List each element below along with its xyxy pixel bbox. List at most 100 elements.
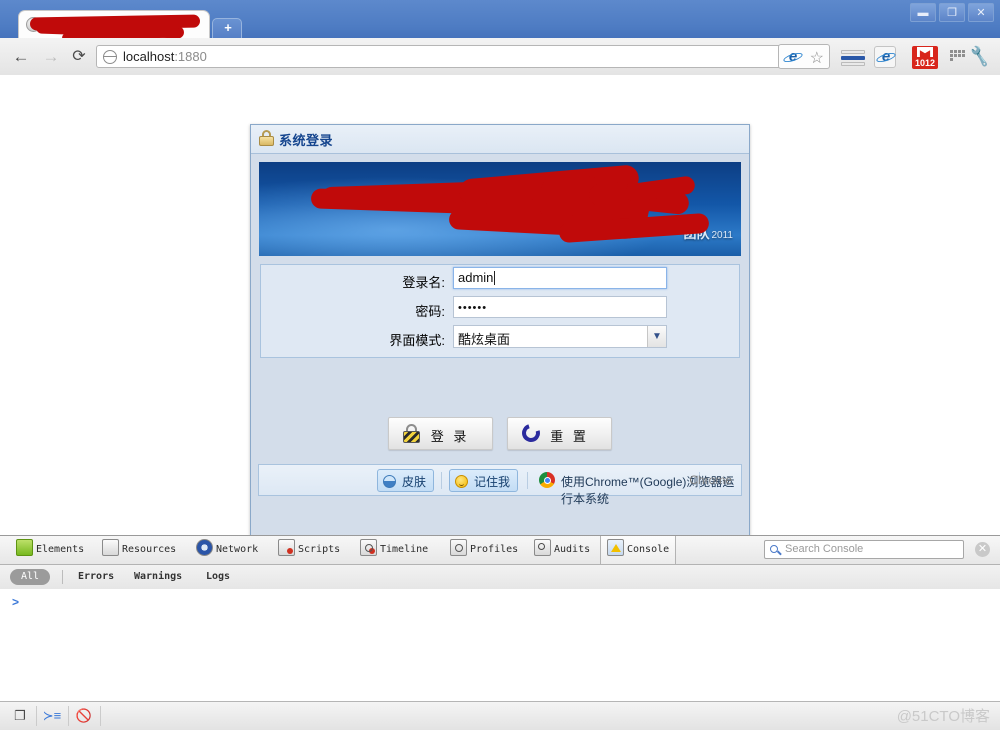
login-banner: 团队 2011 bbox=[259, 162, 741, 256]
console-output[interactable]: > bbox=[0, 589, 1000, 709]
form-row-password: 密码: •••••• bbox=[261, 296, 739, 323]
divider bbox=[441, 472, 442, 489]
ie-tab-extension[interactable]: e ☆ bbox=[778, 44, 830, 69]
login-panel-header: 系统登录 bbox=[251, 125, 749, 154]
ie-extension-button[interactable]: e bbox=[874, 46, 896, 68]
banner-team-text: 团队 2011 bbox=[683, 226, 733, 241]
ui-mode-label: 界面模式: bbox=[389, 333, 445, 348]
elements-icon bbox=[16, 539, 33, 556]
ie-icon: e bbox=[784, 48, 802, 66]
wrench-menu-button[interactable]: 🔧 bbox=[967, 45, 992, 69]
text-caret bbox=[494, 271, 496, 285]
form-row-username: 登录名: admin bbox=[261, 267, 739, 294]
dock-window-icon[interactable]: ❐ bbox=[8, 706, 32, 726]
forward-button[interactable]: → bbox=[40, 46, 62, 68]
filter-warnings[interactable]: Warnings bbox=[134, 569, 182, 585]
smiley-icon bbox=[455, 475, 468, 488]
form-row-ui-mode: 界面模式: 酷炫桌面 ▼ bbox=[261, 325, 739, 352]
console-prompt-icon: > bbox=[12, 595, 20, 609]
address-bar[interactable]: localhost:1880 bbox=[96, 45, 790, 68]
close-button[interactable]: ✕ bbox=[968, 3, 994, 22]
remember-me-button[interactable]: 记住我 bbox=[449, 469, 519, 492]
resources-icon bbox=[102, 539, 119, 556]
devtools-panel: Elements Resources Network Scripts Timel… bbox=[0, 535, 1000, 730]
redaction-mark bbox=[534, 167, 654, 243]
devtools-status-bar: ❐ ≻≡ 🚫 @51CTO博客 bbox=[0, 701, 1000, 730]
devtools-tab-label: Audits bbox=[554, 544, 591, 555]
console-prompt-icon[interactable]: ≻≡ bbox=[40, 706, 64, 726]
devtools-tab-label: Scripts bbox=[298, 544, 341, 555]
filter-all[interactable]: All bbox=[10, 569, 50, 585]
new-tab-button[interactable]: + bbox=[212, 18, 242, 38]
chevron-down-icon[interactable]: ▼ bbox=[647, 326, 666, 347]
redaction-mark bbox=[448, 209, 640, 239]
devtools-tab-console[interactable]: Console bbox=[600, 536, 677, 564]
password-input[interactable]: •••••• bbox=[453, 296, 667, 318]
apps-grid-icon[interactable] bbox=[950, 50, 966, 64]
back-button[interactable]: ← bbox=[10, 46, 32, 68]
gmail-envelope-icon bbox=[917, 47, 933, 57]
bookmark-star-icon[interactable]: ☆ bbox=[810, 48, 824, 68]
restore-button[interactable]: ❐ bbox=[939, 3, 965, 22]
devtools-tab-profiles[interactable]: Profiles bbox=[444, 536, 524, 564]
devtools-tab-label: Elements bbox=[36, 544, 85, 555]
watermark: @51CTO博客 bbox=[896, 708, 990, 725]
filter-logs[interactable]: Logs bbox=[206, 569, 230, 585]
close-icon[interactable]: ✕ bbox=[975, 542, 990, 557]
devtools-tab-elements[interactable]: Elements bbox=[10, 536, 90, 564]
devtools-tab-timeline[interactable]: Timeline bbox=[354, 536, 434, 564]
devtools-tab-audits[interactable]: Audits bbox=[528, 536, 596, 564]
devtools-tab-resources[interactable]: Resources bbox=[96, 536, 182, 564]
login-panel-body: 团队 2011 登录名: admin 密码: •••••• 界面模式: 酷炫桌面… bbox=[251, 154, 749, 506]
login-form: 登录名: admin 密码: •••••• 界面模式: 酷炫桌面 ▼ bbox=[260, 264, 740, 358]
devtools-tab-scripts[interactable]: Scripts bbox=[272, 536, 346, 564]
reset-button-label: 重 置 bbox=[550, 429, 589, 444]
skin-button[interactable]: 皮肤 bbox=[377, 469, 435, 492]
password-label: 密码: bbox=[415, 304, 445, 319]
devtools-tab-bar: Elements Resources Network Scripts Timel… bbox=[0, 536, 1000, 565]
ui-mode-value: 酷炫桌面 bbox=[458, 332, 511, 347]
reset-button[interactable]: 重 置 bbox=[507, 417, 613, 450]
browser-toolbar: ← → ⟳ localhost:1880 e ☆ e 1012 🔧 bbox=[0, 38, 1000, 76]
address-bar-text: localhost:1880 bbox=[123, 49, 207, 64]
devtools-tab-label: Resources bbox=[122, 544, 177, 555]
filter-errors[interactable]: Errors bbox=[78, 569, 114, 585]
ui-mode-select[interactable]: 酷炫桌面 ▼ bbox=[453, 325, 667, 348]
search-icon bbox=[770, 545, 778, 553]
password-value: •••••• bbox=[458, 302, 488, 314]
tab-favicon-icon bbox=[26, 17, 41, 32]
search-input[interactable]: Search Console bbox=[764, 540, 964, 559]
search-placeholder: Search Console bbox=[785, 543, 864, 555]
devtools-tab-label: Network bbox=[216, 544, 259, 555]
padlock-icon bbox=[259, 130, 274, 146]
minimize-button[interactable]: ▬ bbox=[910, 3, 936, 22]
console-icon bbox=[607, 539, 624, 556]
reload-button[interactable]: ⟳ bbox=[68, 46, 90, 68]
login-button[interactable]: 登 录 bbox=[387, 417, 493, 450]
username-input[interactable]: admin bbox=[453, 267, 667, 289]
skin-icon bbox=[383, 475, 396, 488]
devtools-tab-label: Timeline bbox=[380, 544, 429, 555]
username-value: admin bbox=[458, 270, 494, 285]
chrome-icon bbox=[539, 472, 555, 488]
plus-icon: + bbox=[224, 20, 232, 35]
banner-year: 2011 bbox=[711, 230, 733, 241]
console-filter-bar: All Errors Warnings Logs bbox=[0, 565, 1000, 590]
login-button-row: 登 录 重 置 bbox=[251, 417, 749, 455]
url-port: :1880 bbox=[174, 49, 207, 64]
redaction-mark bbox=[624, 175, 696, 203]
browser-name-label: Chrome bbox=[689, 473, 732, 487]
gmail-extension-button[interactable]: 1012 bbox=[912, 46, 938, 69]
browser-tab[interactable] bbox=[18, 10, 210, 38]
page-globe-icon bbox=[102, 50, 117, 64]
clear-console-icon[interactable]: 🚫 bbox=[72, 706, 96, 726]
timeline-icon bbox=[360, 539, 377, 556]
ie-icon: e bbox=[877, 48, 895, 66]
devtools-tab-network[interactable]: Network bbox=[190, 536, 264, 564]
username-label: 登录名: bbox=[402, 275, 445, 290]
gmail-unread-count: 1012 bbox=[914, 58, 936, 68]
divider bbox=[527, 472, 528, 489]
login-panel-title: 系统登录 bbox=[279, 133, 334, 148]
toolbar-extension-bars-icon[interactable] bbox=[841, 50, 865, 66]
devtools-tab-label: Console bbox=[627, 544, 670, 555]
